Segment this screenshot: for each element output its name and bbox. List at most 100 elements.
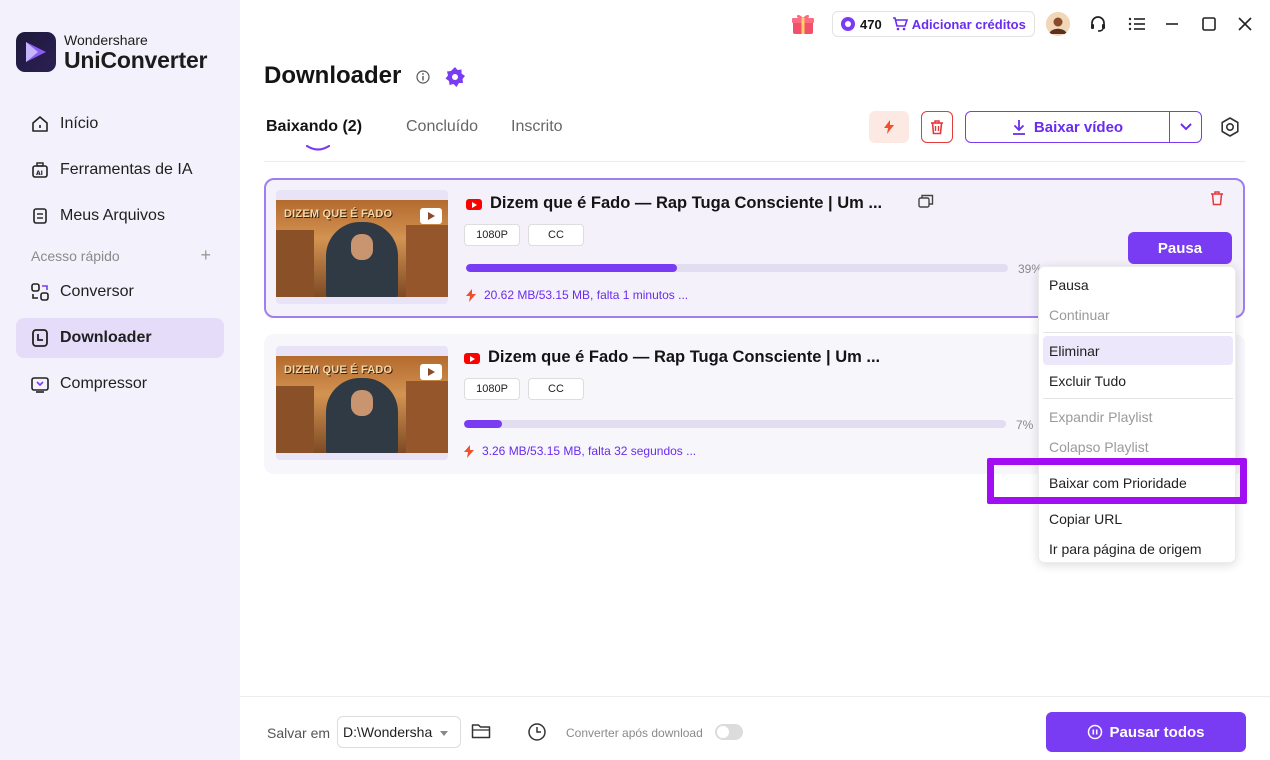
app-logo: Wondershare UniConverter [16, 32, 207, 72]
quality-tag: 1080P [464, 224, 520, 246]
add-credits-label: Adicionar créditos [911, 16, 1026, 32]
pause-button[interactable]: Pausa [1128, 232, 1232, 264]
settings-gear-icon[interactable] [1219, 116, 1241, 143]
close-icon[interactable] [1234, 13, 1256, 35]
user-avatar[interactable] [1046, 12, 1070, 36]
chevron-down-icon [440, 731, 448, 736]
compressor-icon [30, 374, 50, 394]
schedule-clock-icon[interactable] [527, 722, 547, 747]
info-icon[interactable] [416, 70, 430, 89]
quality-tag: 1080P [464, 378, 520, 400]
title-bar [240, 0, 1270, 48]
download-status-text: 3.26 MB/53.15 MB, falta 32 segundos ... [482, 444, 697, 458]
brand-name: Wondershare [64, 31, 148, 48]
pause-circle-icon [1088, 724, 1103, 740]
youtube-icon [466, 199, 482, 210]
menu-item-pausa[interactable]: Pausa [1043, 270, 1233, 299]
sidebar-item-compressor[interactable]: Compressor [16, 364, 224, 404]
trash-icon [931, 120, 943, 135]
download-status: 3.26 MB/53.15 MB, falta 32 segundos ... [464, 444, 696, 458]
gift-icon[interactable] [790, 11, 816, 42]
menu-item-baixar-com-prioridade[interactable]: Baixar com Prioridade [1043, 468, 1233, 497]
menu-item-eliminar[interactable]: Eliminar [1043, 336, 1233, 365]
page-title: Downloader [264, 62, 402, 89]
youtube-icon [464, 353, 480, 364]
menu-list-icon[interactable] [1126, 13, 1148, 35]
open-folder-icon[interactable] [471, 722, 491, 745]
minimize-icon[interactable] [1161, 13, 1183, 35]
menu-item-excluir-tudo[interactable]: Excluir Tudo [1043, 366, 1233, 395]
converter-icon [30, 282, 50, 302]
sidebar-item-label: Conversor [60, 283, 134, 300]
files-icon [30, 206, 50, 226]
menu-separator [1043, 398, 1233, 399]
uniconverter-logo-icon [16, 32, 56, 72]
video-thumbnail: DIZEM QUE É FADO [276, 346, 448, 460]
cart-icon [892, 17, 908, 31]
lightning-icon [466, 288, 476, 302]
chevron-down-icon [1179, 123, 1192, 131]
download-progress-bar [466, 264, 1008, 272]
download-status: 20.62 MB/53.15 MB, falta 1 minutos ... [466, 288, 688, 302]
ai-tools-icon: AI [30, 160, 50, 180]
video-play-icon [420, 364, 442, 380]
sidebar-item-meus-arquivos[interactable]: Meus Arquivos [16, 196, 224, 236]
sidebar-item-downloader[interactable]: Downloader [16, 318, 224, 358]
delete-all-button[interactable] [921, 111, 953, 143]
lightning-icon [884, 120, 894, 134]
tabs-divider [264, 161, 1246, 162]
video-title: Dizem que é Fado — Rap Tuga Consciente |… [488, 348, 881, 366]
menu-item-continuar[interactable]: Continuar [1043, 300, 1233, 329]
quick-access-add-button[interactable]: + [200, 246, 211, 264]
turbo-download-button[interactable] [869, 111, 909, 143]
sidebar-item-inicio[interactable]: Início [16, 104, 224, 144]
download-options-dropdown[interactable] [1170, 112, 1201, 142]
download-status-text: 20.62 MB/53.15 MB, falta 1 minutos ... [484, 288, 689, 302]
convert-after-download-label: Converter após download [566, 726, 703, 740]
subtitle-tag: CC [528, 224, 584, 246]
premium-gear-icon[interactable] [444, 66, 466, 93]
home-icon [30, 114, 50, 134]
downloader-icon [30, 328, 50, 348]
convert-after-download-toggle[interactable] [715, 724, 743, 740]
menu-item-colapso-playlist[interactable]: Colapso Playlist [1043, 432, 1233, 461]
menu-item-copiar-url[interactable]: Copiar URL [1043, 504, 1233, 533]
progress-fill [464, 420, 502, 428]
progress-percent: 7% [1016, 418, 1034, 432]
download-video-split-button: Baixar vídeo [965, 111, 1202, 143]
delete-item-icon[interactable] [1209, 190, 1225, 211]
sidebar-item-conversor[interactable]: Conversor [16, 272, 224, 312]
download-video-label: Baixar vídeo [1033, 118, 1124, 136]
quick-access-header: Acesso rápido + [31, 246, 211, 264]
credits-badge[interactable]: 470 Adicionar créditos [832, 11, 1035, 37]
sidebar-item-label: Ferramentas de IA [60, 161, 193, 178]
add-credits-link[interactable]: Adicionar créditos [892, 17, 1026, 32]
sidebar-item-label: Compressor [60, 375, 148, 392]
menu-item-expandir-playlist[interactable]: Expandir Playlist [1043, 402, 1233, 431]
credits-count: 470 [860, 16, 882, 32]
pause-all-label: Pausar todos [1109, 723, 1205, 741]
copy-icon[interactable] [918, 194, 934, 213]
subtitle-tag: CC [528, 378, 584, 400]
save-location-label: Salvar em [267, 725, 331, 741]
pause-all-button[interactable]: Pausar todos [1046, 712, 1246, 752]
sidebar-item-ferramentas-ia[interactable]: AI Ferramentas de IA [16, 150, 224, 190]
video-play-icon [420, 208, 442, 224]
lightning-icon [464, 444, 474, 458]
tab-inscrito[interactable]: Inscrito [511, 118, 563, 136]
menu-item-ir-para-pagina-de-origem[interactable]: Ir para página de origem [1043, 534, 1233, 563]
download-icon [1012, 120, 1025, 135]
progress-fill [466, 264, 678, 272]
active-tab-indicator [305, 138, 331, 156]
video-title: Dizem que é Fado — Rap Tuga Consciente |… [490, 194, 883, 212]
credit-coin-icon [841, 17, 855, 31]
save-path-select[interactable]: D:\Wondersha [337, 716, 461, 748]
support-headset-icon[interactable] [1087, 13, 1109, 35]
maximize-icon[interactable] [1198, 13, 1220, 35]
tab-baixando[interactable]: Baixando (2) [266, 118, 362, 136]
tab-concluido[interactable]: Concluído [406, 118, 478, 136]
sidebar-item-label: Downloader [60, 329, 152, 346]
download-video-button[interactable]: Baixar vídeo [966, 112, 1170, 142]
save-path-value: D:\Wondersha [343, 724, 433, 740]
menu-separator [1043, 332, 1233, 333]
